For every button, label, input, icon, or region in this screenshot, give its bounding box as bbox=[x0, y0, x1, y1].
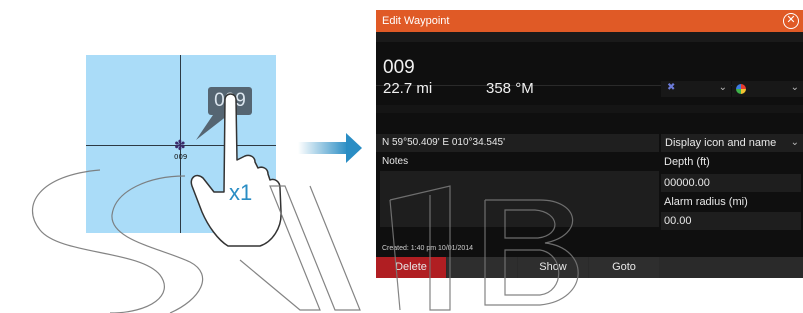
chevron-down-icon: ⌄ bbox=[790, 137, 799, 148]
notes-field[interactable] bbox=[380, 171, 659, 227]
chart-map-area[interactable]: ✽ 009 bbox=[86, 55, 276, 233]
color-wheel-icon bbox=[736, 84, 746, 94]
position-field[interactable]: N 59°50.409' E 010°34.545' bbox=[376, 134, 659, 152]
dialog-button-bar: Delete Show Goto bbox=[376, 257, 803, 278]
waypoint-color-select[interactable]: ⌄ bbox=[732, 81, 803, 97]
waypoint-marker-icon[interactable]: ✽ bbox=[174, 138, 186, 152]
position-value: N 59°50.409' E 010°34.545' bbox=[382, 137, 506, 148]
goto-button[interactable]: Goto bbox=[589, 257, 659, 278]
delete-button[interactable]: Delete bbox=[376, 257, 446, 278]
notes-label: Notes bbox=[382, 156, 409, 167]
waypoint-name: 009 bbox=[383, 57, 415, 78]
waypoint-symbol-icon: ✖ bbox=[667, 82, 676, 93]
close-icon[interactable]: ✕ bbox=[783, 13, 799, 29]
button-bar-filler bbox=[660, 257, 803, 278]
header-band bbox=[376, 32, 803, 42]
dialog-title: Edit Waypoint bbox=[382, 15, 450, 27]
display-mode-select[interactable]: Display icon and name ⌄ bbox=[661, 134, 803, 152]
separator-band bbox=[376, 105, 803, 113]
waypoint-icon-select[interactable]: ✖ ⌄ bbox=[661, 81, 731, 97]
dialog-titlebar: Edit Waypoint ✕ bbox=[376, 10, 803, 32]
depth-label: Depth (ft) bbox=[664, 156, 710, 168]
edit-waypoint-dialog: Edit Waypoint ✕ 009 22.7 mi 358 °M ✖ ⌄ ⌄… bbox=[376, 10, 803, 278]
depth-field[interactable]: 00000.00 bbox=[661, 174, 801, 192]
bearing-readout: 358 °M bbox=[486, 80, 534, 97]
depth-value: 00000.00 bbox=[664, 177, 710, 189]
alarm-radius-value: 00.00 bbox=[664, 215, 692, 227]
chevron-down-icon: ⌄ bbox=[790, 82, 799, 93]
distance-readout: 22.7 mi bbox=[383, 80, 433, 97]
tap-count-label: x1 bbox=[229, 180, 253, 205]
chevron-down-icon: ⌄ bbox=[718, 82, 727, 93]
waypoint-popup-bubble[interactable]: 009 bbox=[208, 87, 252, 115]
show-button[interactable]: Show bbox=[518, 257, 588, 278]
right-arrow-icon bbox=[298, 133, 362, 163]
waypoint-map-label: 009 bbox=[174, 153, 188, 161]
created-timestamp: Created: 1:40 pm 10/01/2014 bbox=[382, 245, 474, 252]
alarm-radius-label: Alarm radius (mi) bbox=[664, 196, 748, 208]
display-mode-value: Display icon and name bbox=[665, 137, 777, 149]
empty-button[interactable] bbox=[447, 257, 517, 278]
alarm-radius-field[interactable]: 00.00 bbox=[661, 212, 801, 230]
